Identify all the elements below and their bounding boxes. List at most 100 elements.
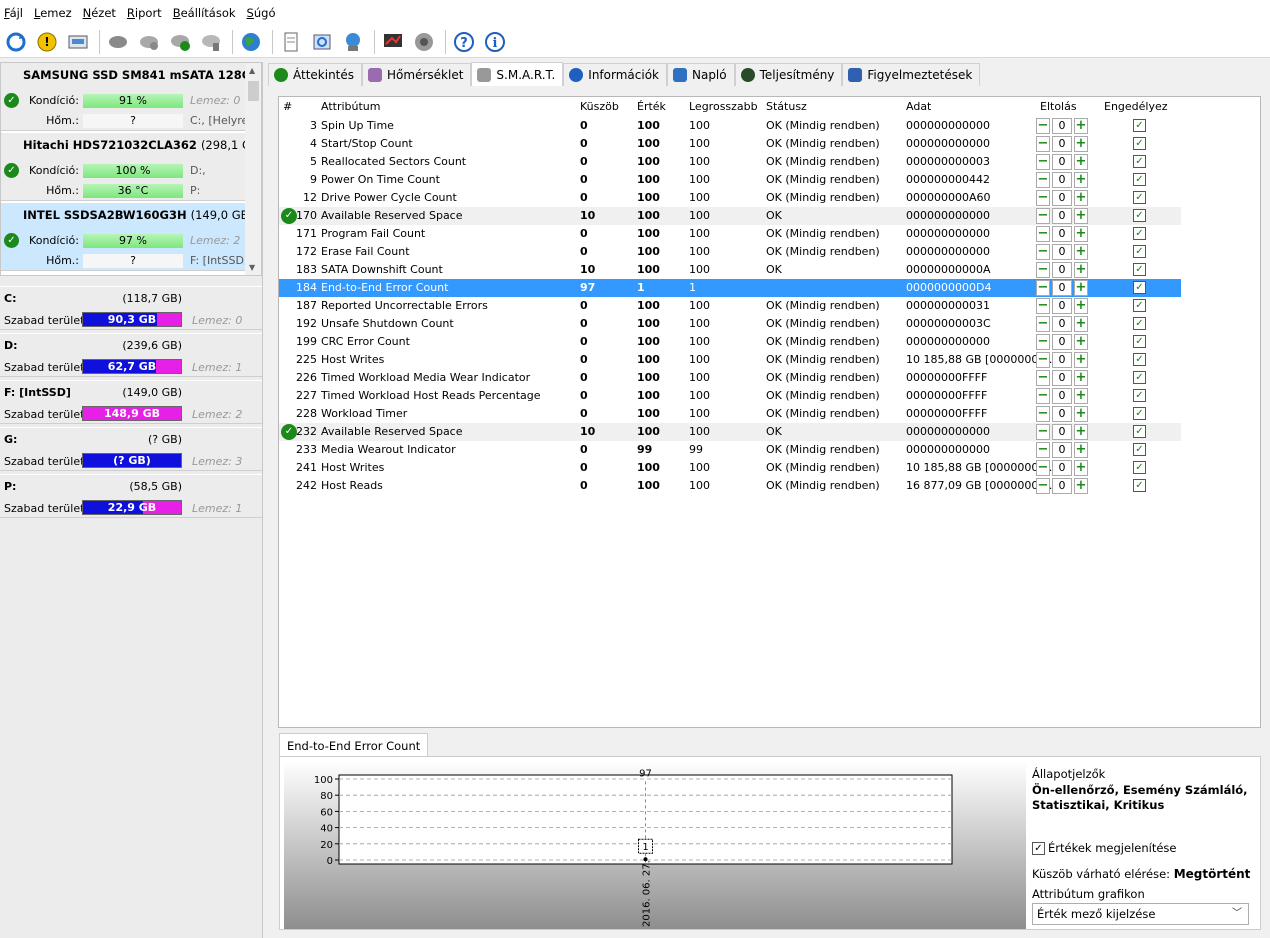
minus-icon[interactable]: −: [1036, 370, 1050, 386]
minus-icon[interactable]: −: [1036, 280, 1050, 296]
plus-icon[interactable]: +: [1074, 442, 1088, 458]
table-row[interactable]: 199 CRC Error Count 0 100 100 OK (Mindig rend…: [279, 333, 1181, 351]
offset-value[interactable]: 0: [1052, 388, 1072, 404]
network-button[interactable]: [339, 28, 367, 56]
enable-checkbox[interactable]: ✓: [1133, 191, 1146, 204]
table-row[interactable]: 4 Start/Stop Count 0 100 100 OK (Mindig rendb…: [279, 135, 1181, 153]
tab-hdd[interactable]: S.M.A.R.T.: [471, 62, 564, 86]
offset-value[interactable]: 0: [1052, 478, 1072, 494]
offset-value[interactable]: 0: [1052, 424, 1072, 440]
minus-icon[interactable]: −: [1036, 460, 1050, 476]
enable-checkbox[interactable]: ✓: [1133, 317, 1146, 330]
plus-icon[interactable]: +: [1074, 118, 1088, 134]
menu-item[interactable]: Riport: [125, 6, 171, 20]
offset-stepper[interactable]: −0 +: [1036, 244, 1088, 260]
col-worst[interactable]: Legrosszabb: [689, 100, 758, 113]
minus-icon[interactable]: −: [1036, 424, 1050, 440]
scroll-down-icon[interactable]: ▼: [249, 263, 255, 272]
offset-stepper[interactable]: −0 +: [1036, 298, 1088, 314]
table-row[interactable]: 183 SATA Downshift Count 10 100 100 OK 0000000…: [279, 261, 1181, 279]
enable-checkbox[interactable]: ✓: [1133, 389, 1146, 402]
volume-item[interactable]: F: [IntSSD] (149,0 GB) Szabad terület 148,9…: [0, 380, 262, 424]
offset-value[interactable]: 0: [1052, 118, 1072, 134]
col-data[interactable]: Adat: [906, 100, 931, 113]
volume-item[interactable]: P: (58,5 GB) Szabad terület 22,9 GB Lemez: 1: [0, 474, 262, 518]
offset-value[interactable]: 0: [1052, 244, 1072, 260]
scroll-thumb[interactable]: [248, 81, 259, 101]
offset-stepper[interactable]: −0 +: [1036, 226, 1088, 242]
table-row[interactable]: 226 Timed Workload Media Wear Indicator 0 1…: [279, 369, 1181, 387]
table-row[interactable]: 228 Workload Timer 0 100 100 OK (Mindig rendb…: [279, 405, 1181, 423]
tab-attribute-chart[interactable]: End-to-End Error Count: [279, 733, 429, 757]
table-row[interactable]: 241 Host Writes 0 100 100 OK (Mindig rendben)…: [279, 459, 1181, 477]
plus-icon[interactable]: +: [1074, 172, 1088, 188]
minus-icon[interactable]: −: [1036, 226, 1050, 242]
hdd-check-button[interactable]: [166, 28, 194, 56]
offset-stepper[interactable]: −0 +: [1036, 190, 1088, 206]
minus-icon[interactable]: −: [1036, 190, 1050, 206]
minus-icon[interactable]: −: [1036, 388, 1050, 404]
minus-icon[interactable]: −: [1036, 136, 1050, 152]
plus-icon[interactable]: +: [1074, 406, 1088, 422]
table-row[interactable]: 12 Drive Power Cycle Count 0 100 100 OK (Mind…: [279, 189, 1181, 207]
enable-checkbox[interactable]: ✓: [1133, 119, 1146, 132]
col-status[interactable]: Státusz: [766, 100, 807, 113]
offset-stepper[interactable]: −0 +: [1036, 172, 1088, 188]
table-row[interactable]: 225 Host Writes 0 100 100 OK (Mindig rendben)…: [279, 351, 1181, 369]
disk-list-scrollbar[interactable]: ▲ ▼: [245, 63, 261, 275]
minus-icon[interactable]: −: [1036, 334, 1050, 350]
plus-icon[interactable]: +: [1074, 334, 1088, 350]
menu-item[interactable]: Súgó: [245, 6, 285, 20]
hdd-tool-3-button[interactable]: [197, 28, 225, 56]
enable-checkbox[interactable]: ✓: [1133, 173, 1146, 186]
enable-checkbox[interactable]: ✓: [1133, 137, 1146, 150]
col-id[interactable]: #: [283, 100, 292, 113]
plus-icon[interactable]: +: [1074, 136, 1088, 152]
table-row[interactable]: 242 Host Reads 0 100 100 OK (Mindig rendben) 1…: [279, 477, 1181, 495]
offset-stepper[interactable]: −0 +: [1036, 136, 1088, 152]
report-button[interactable]: [277, 28, 305, 56]
offset-value[interactable]: 0: [1052, 262, 1072, 278]
enable-checkbox[interactable]: ✓: [1133, 371, 1146, 384]
plus-icon[interactable]: +: [1074, 352, 1088, 368]
offset-stepper[interactable]: −0 +: [1036, 334, 1088, 350]
offset-stepper[interactable]: −0 +: [1036, 118, 1088, 134]
plus-icon[interactable]: +: [1074, 190, 1088, 206]
volume-item[interactable]: C: (118,7 GB) Szabad terület 90,3 GB Lemez: …: [0, 286, 262, 330]
table-row[interactable]: ✓ 232 Available Reserved Space 10 100 100 OK 00…: [279, 423, 1181, 441]
offset-stepper[interactable]: −0 +: [1036, 424, 1088, 440]
offset-value[interactable]: 0: [1052, 136, 1072, 152]
minus-icon[interactable]: −: [1036, 352, 1050, 368]
plus-icon[interactable]: +: [1074, 244, 1088, 260]
table-row[interactable]: 187 Reported Uncorrectable Errors 0 100 100 O…: [279, 297, 1181, 315]
offset-stepper[interactable]: −0 +: [1036, 406, 1088, 422]
offset-stepper[interactable]: −0 +: [1036, 460, 1088, 476]
web-button[interactable]: [237, 28, 265, 56]
plus-icon[interactable]: +: [1074, 388, 1088, 404]
hdd-tool-2-button[interactable]: [135, 28, 163, 56]
enable-checkbox[interactable]: ✓: [1133, 425, 1146, 438]
chevron-down-icon[interactable]: ﹀: [1232, 904, 1242, 924]
menu-item[interactable]: Fájl: [2, 6, 32, 20]
offset-stepper[interactable]: −0 +: [1036, 370, 1088, 386]
plus-icon[interactable]: +: [1074, 208, 1088, 224]
tab-alerts[interactable]: Figyelmeztetések: [842, 63, 981, 86]
plus-icon[interactable]: +: [1074, 370, 1088, 386]
hdd-tool-1-button[interactable]: [104, 28, 132, 56]
offset-stepper[interactable]: −0 +: [1036, 154, 1088, 170]
enable-checkbox[interactable]: ✓: [1133, 443, 1146, 456]
pane-splitter[interactable]: [262, 62, 268, 938]
table-row[interactable]: 171 Program Fail Count 0 100 100 OK (Mindig r…: [279, 225, 1181, 243]
tab-thermometer[interactable]: Hőmérséklet: [362, 63, 472, 86]
offset-value[interactable]: 0: [1052, 154, 1072, 170]
table-row[interactable]: 184 End-to-End Error Count 97 1 1 0000000000D…: [279, 279, 1181, 297]
sound-button[interactable]: [410, 28, 438, 56]
col-enable[interactable]: Engedélyez: [1104, 100, 1168, 113]
minus-icon[interactable]: −: [1036, 406, 1050, 422]
refresh-button[interactable]: [2, 28, 30, 56]
col-threshold[interactable]: Küszöb: [580, 100, 619, 113]
minus-icon[interactable]: −: [1036, 442, 1050, 458]
drive-button[interactable]: [64, 28, 92, 56]
minus-icon[interactable]: −: [1036, 262, 1050, 278]
enable-checkbox[interactable]: ✓: [1133, 335, 1146, 348]
